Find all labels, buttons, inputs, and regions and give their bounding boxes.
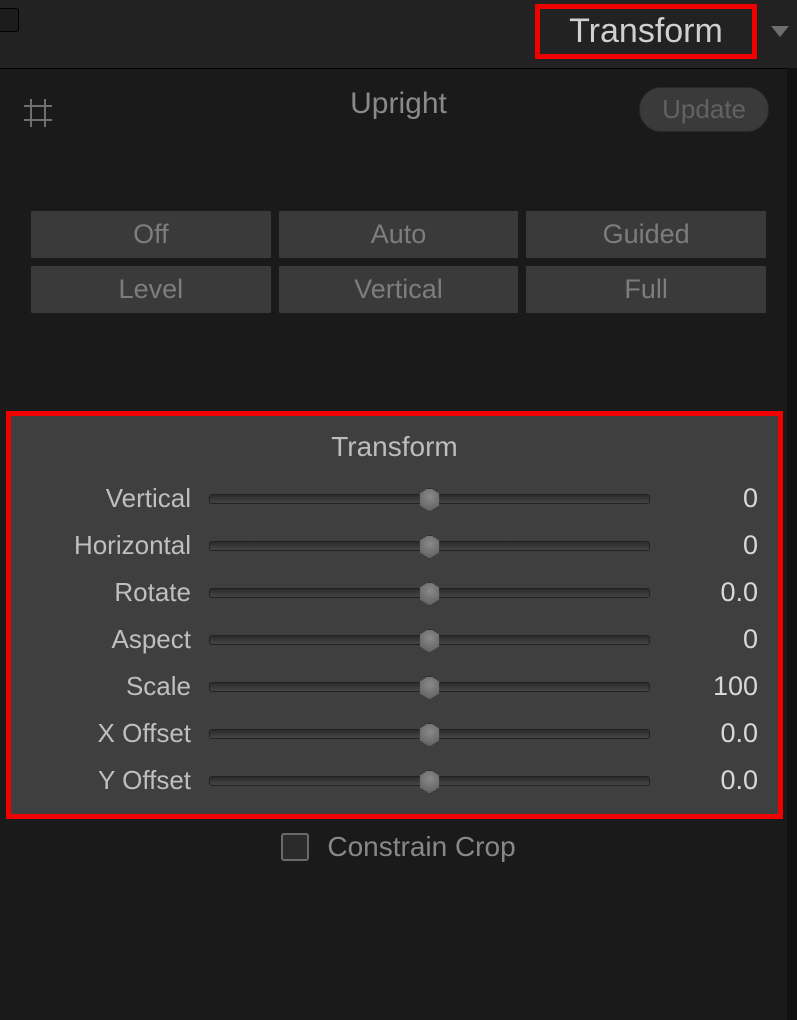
panel-header: Transform — [0, 0, 797, 69]
panel-title-highlight: Transform — [535, 4, 757, 59]
slider-value[interactable]: 100 — [650, 671, 758, 702]
mode-button-guided[interactable]: Guided — [525, 210, 767, 259]
slider-label: Horizontal — [11, 530, 209, 561]
slider-label: Y Offset — [11, 765, 209, 796]
slider-thumb-icon[interactable] — [418, 488, 442, 512]
mode-button-off[interactable]: Off — [30, 210, 272, 259]
slider-thumb-icon[interactable] — [418, 723, 442, 747]
slider-value[interactable]: 0 — [650, 483, 758, 514]
slider-label: Scale — [11, 671, 209, 702]
upright-mode-grid: Off Auto Guided Level Vertical Full — [30, 210, 767, 314]
rotate-slider[interactable] — [209, 581, 650, 605]
slider-row-x-offset: X Offset 0.0 — [11, 710, 778, 757]
slider-row-rotate: Rotate 0.0 — [11, 569, 778, 616]
slider-value[interactable]: 0.0 — [650, 765, 758, 796]
upright-header-row: Upright Update — [0, 69, 797, 162]
transform-panel: Upright Update Off Auto Guided Level Ver… — [0, 69, 797, 314]
slider-value[interactable]: 0.0 — [650, 718, 758, 749]
header-end-tab — [0, 8, 19, 32]
slider-label: Aspect — [11, 624, 209, 655]
right-scroll-strip[interactable] — [787, 68, 797, 1020]
chevron-down-icon[interactable] — [771, 26, 789, 37]
slider-row-vertical: Vertical 0 — [11, 475, 778, 522]
aspect-slider[interactable] — [209, 628, 650, 652]
transform-subtitle: Transform — [11, 431, 778, 463]
constrain-crop-row: Constrain Crop — [0, 831, 797, 863]
slider-thumb-icon[interactable] — [418, 770, 442, 794]
slider-value[interactable]: 0 — [650, 624, 758, 655]
slider-thumb-icon[interactable] — [418, 535, 442, 559]
slider-label: Vertical — [11, 483, 209, 514]
mode-button-level[interactable]: Level — [30, 265, 272, 314]
mode-button-auto[interactable]: Auto — [278, 210, 520, 259]
panel-title[interactable]: Transform — [569, 12, 723, 51]
slider-value[interactable]: 0 — [650, 530, 758, 561]
slider-row-aspect: Aspect 0 — [11, 616, 778, 663]
mode-button-vertical[interactable]: Vertical — [278, 265, 520, 314]
transform-sliders: Vertical 0 Horizontal 0 Rotate 0.0 — [11, 475, 778, 804]
vertical-slider[interactable] — [209, 487, 650, 511]
slider-row-horizontal: Horizontal 0 — [11, 522, 778, 569]
transform-sliders-highlight: Transform Vertical 0 Horizontal 0 Rotate — [6, 411, 783, 819]
scale-slider[interactable] — [209, 675, 650, 699]
constrain-crop-label: Constrain Crop — [327, 831, 515, 863]
constrain-crop-checkbox[interactable] — [281, 833, 309, 861]
slider-label: X Offset — [11, 718, 209, 749]
y-offset-slider[interactable] — [209, 769, 650, 793]
slider-thumb-icon[interactable] — [418, 582, 442, 606]
mode-button-full[interactable]: Full — [525, 265, 767, 314]
horizontal-slider[interactable] — [209, 534, 650, 558]
slider-thumb-icon[interactable] — [418, 629, 442, 653]
slider-label: Rotate — [11, 577, 209, 608]
slider-value[interactable]: 0.0 — [650, 577, 758, 608]
update-button[interactable]: Update — [639, 87, 769, 132]
x-offset-slider[interactable] — [209, 722, 650, 746]
slider-row-scale: Scale 100 — [11, 663, 778, 710]
slider-thumb-icon[interactable] — [418, 676, 442, 700]
slider-row-y-offset: Y Offset 0.0 — [11, 757, 778, 804]
